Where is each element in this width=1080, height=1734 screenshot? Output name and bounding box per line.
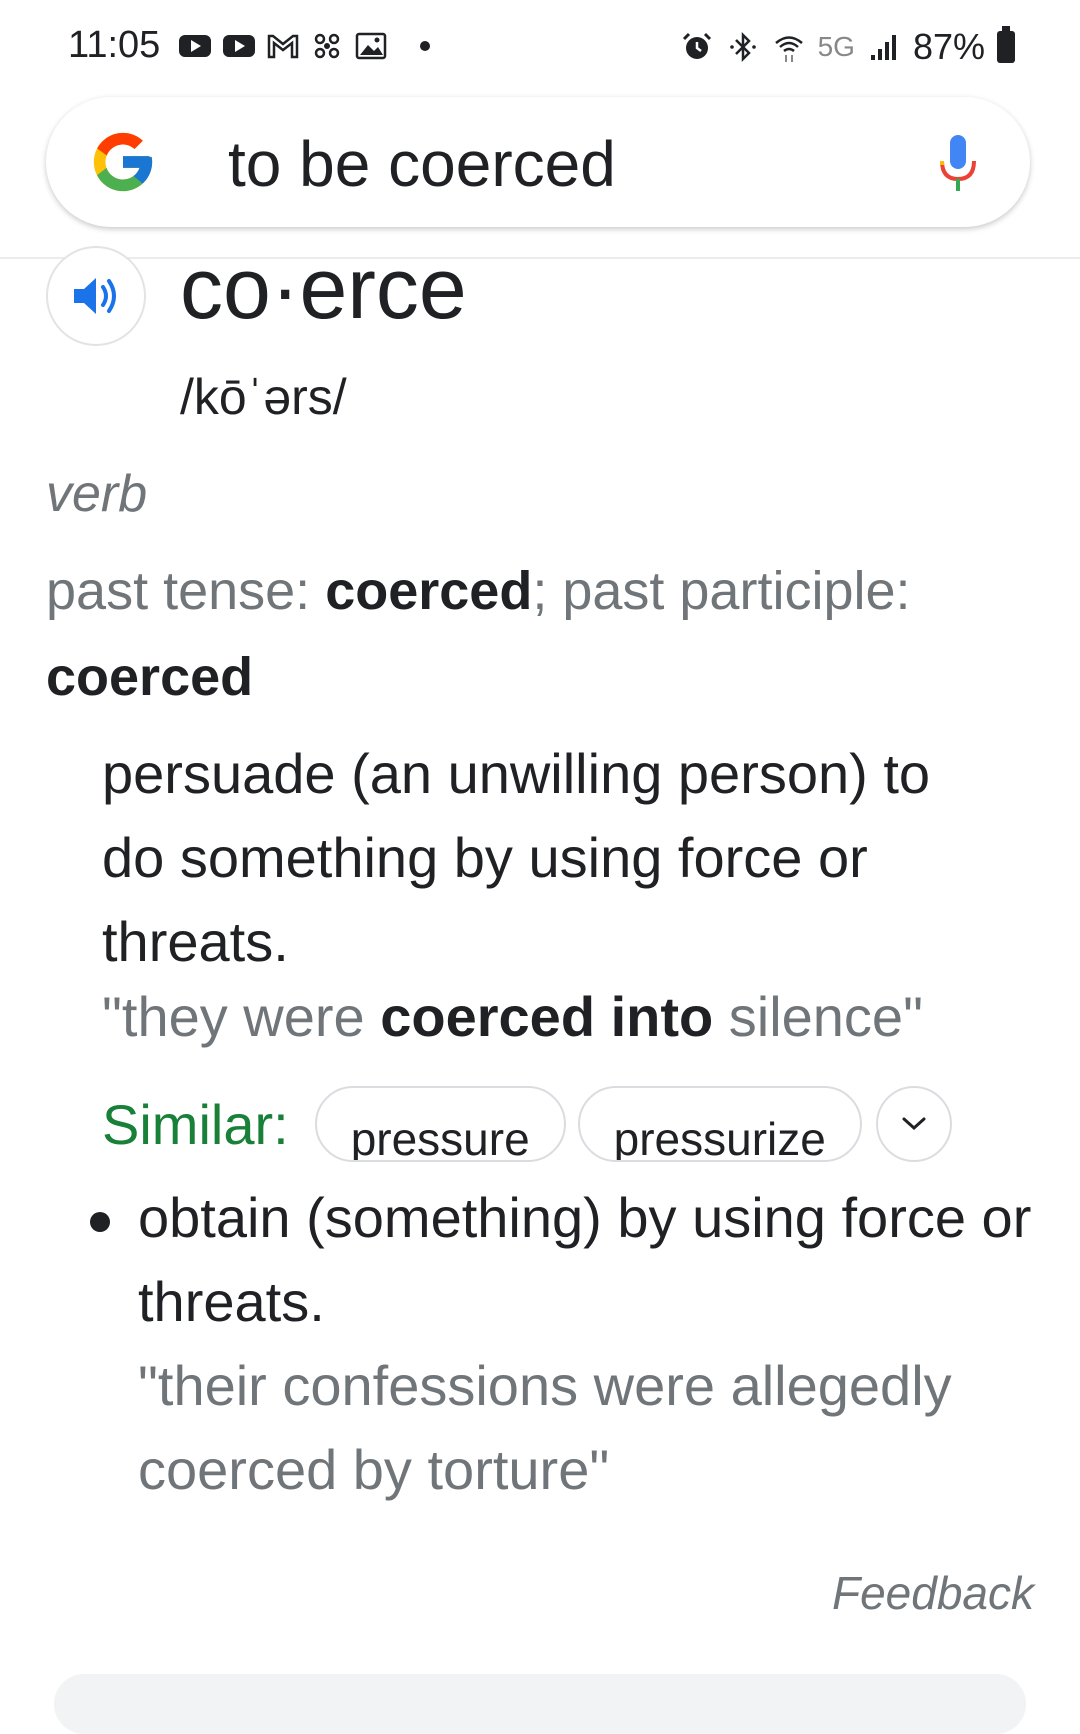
definition-2: obtain (something) by using force or thr… [138,1186,1032,1333]
chevron-down-icon [902,1117,926,1131]
microphone-icon[interactable] [936,133,980,195]
similar-chip-pressurize[interactable]: pressurize [577,1086,862,1162]
battery-icon [997,26,1015,63]
youtube-icon [223,35,255,57]
feedback-link[interactable]: Feedback [832,1566,1034,1620]
more-notifications-dot [420,41,430,51]
similar-words-row: Similar: pressure pressurize [102,1084,952,1164]
status-bar: 11:05 5G 87% [0,0,1080,95]
next-card-edge [54,1674,1026,1734]
notification-icons [178,30,430,62]
definition-1: persuade (an unwilling person) to do som… [102,742,931,973]
part-of-speech: verb [46,465,148,523]
past-tense-label: past tense: [46,561,326,621]
past-participle-value: coerced [46,647,254,707]
bluetooth-icon [729,31,756,63]
bullet-icon [90,1212,110,1232]
pinwheel-icon [314,33,340,59]
system-icons: 5G 87% [680,26,1015,68]
similar-chip-pressure[interactable]: pressure [314,1086,566,1162]
search-header: to be coerced [0,95,1080,259]
expand-similar-button[interactable] [875,1086,952,1162]
headword: co·erce [180,241,467,337]
example-1: "they were coerced into silence" [102,984,923,1049]
past-tense-value: coerced [325,561,533,621]
example-2: "their confessions were allegedly coerce… [138,1354,952,1501]
example-1-prefix: "they were [102,985,381,1048]
similar-label: Similar: [102,1092,289,1156]
status-time: 11:05 [68,24,161,66]
pronunciation-button[interactable] [46,246,146,346]
similar-chip-label: pressurize [613,1113,826,1162]
example-1-suffix: silence" [713,985,923,1048]
speaker-icon [74,278,116,314]
battery-percent: 87% [912,26,985,67]
gmail-icon [267,34,299,59]
similar-chip-label: pressure [350,1113,530,1162]
network-type: 5G [817,31,855,62]
gallery-icon [355,32,387,60]
verb-forms: past tense: coerced; past participle: co… [46,548,1036,720]
verb-forms-separator: ; [532,561,563,621]
phonetic-spelling: /kōˈərs/ [180,369,347,425]
example-1-bold: coerced into [380,985,714,1048]
wifi-icon [774,36,803,62]
signal-icon [870,35,896,60]
youtube-icon [179,35,211,57]
past-participle-label: past participle: [562,561,911,621]
google-logo-icon[interactable] [88,127,158,197]
alarm-icon [682,32,711,59]
search-query[interactable]: to be coerced [228,127,616,201]
search-bar[interactable]: to be coerced [46,97,1030,227]
